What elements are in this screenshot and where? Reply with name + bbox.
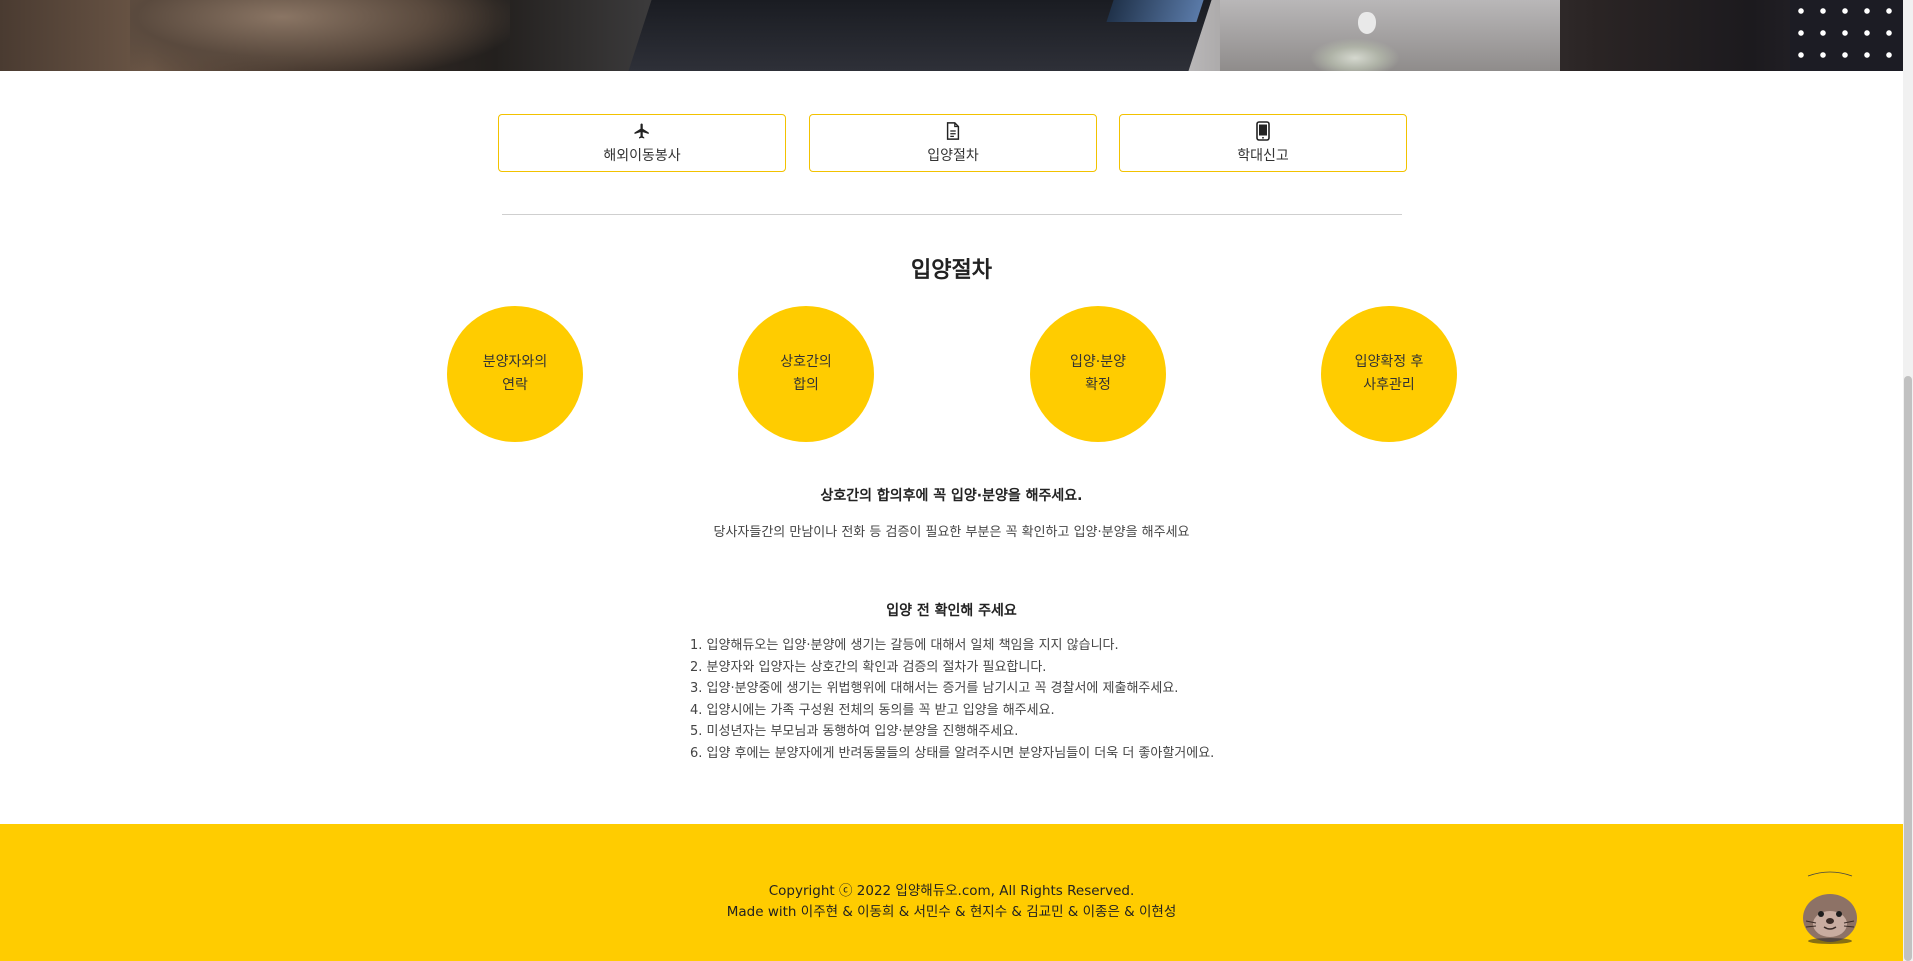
- abuse-report-button[interactable]: 학대신고: [1119, 114, 1407, 172]
- checklist: 1. 입양해듀오는 입양·분양에 생기는 갈등에 대해서 일체 책임을 지지 않…: [690, 635, 1214, 765]
- chatbot-mascot[interactable]: [1790, 868, 1870, 948]
- overseas-volunteer-button[interactable]: 해외이동봉사: [498, 114, 786, 172]
- footer-copyright: Copyright ⓒ 2022 입양해듀오.com, All Rights R…: [768, 883, 1135, 899]
- notice-title: 상호간의 합의후에 꼭 입양·분양을 해주세요.: [820, 488, 1083, 504]
- step-line: 합의: [793, 377, 819, 393]
- footer-credits: Made with 이주현 & 이동희 & 서민수 & 현지수 & 김교민 & …: [726, 904, 1177, 920]
- step-aftercare: 입양확정 후 사후관리: [1321, 306, 1457, 442]
- section-title: 입양절차: [911, 258, 992, 283]
- service-buttons: 해외이동봉사 입양절차 학대신고: [498, 114, 1407, 172]
- hero-image: [0, 0, 1903, 71]
- abuse-report-label: 학대신고: [1237, 148, 1289, 164]
- airplane-icon: [632, 121, 652, 141]
- notice-subtitle: 당사자들간의 만남이나 전화 등 검증이 필요한 부분은 꼭 확인하고 입양·분…: [713, 525, 1190, 540]
- checklist-item: 5. 미성년자는 부모님과 동행하여 입양·분양을 진행해주세요.: [690, 724, 1019, 740]
- checklist-item: 2. 분양자와 입양자는 상호간의 확인과 검증의 절차가 필요합니다.: [690, 659, 1047, 675]
- mobile-phone-icon: [1253, 121, 1273, 141]
- step-line: 확정: [1085, 377, 1111, 393]
- step-line: 입양확정 후: [1354, 354, 1424, 370]
- step-agreement: 상호간의 합의: [738, 306, 874, 442]
- footer: Copyright ⓒ 2022 입양해듀오.com, All Rights R…: [0, 824, 1903, 961]
- overseas-volunteer-label: 해외이동봉사: [603, 148, 681, 164]
- step-contact: 분양자와의 연락: [447, 306, 583, 442]
- adoption-procedure-label: 입양절차: [927, 148, 979, 164]
- adoption-procedure-button[interactable]: 입양절차: [809, 114, 1097, 172]
- checklist-item: 3. 입양·분양중에 생기는 위법행위에 대해서는 증거를 남기시고 꼭 경찰서…: [690, 681, 1179, 697]
- step-line: 사후관리: [1363, 377, 1415, 393]
- step-line: 입양·분양: [1070, 354, 1126, 370]
- step-line: 상호간의: [780, 354, 832, 370]
- section-divider: [502, 214, 1402, 215]
- step-confirm: 입양·분양 확정: [1030, 306, 1166, 442]
- checklist-item: 4. 입양시에는 가족 구성원 전체의 동의를 꼭 받고 입양을 해주세요.: [690, 702, 1055, 718]
- step-line: 연락: [502, 377, 528, 393]
- checklist-item: 1. 입양해듀오는 입양·분양에 생기는 갈등에 대해서 일체 책임을 지지 않…: [690, 638, 1119, 653]
- document-icon: [943, 121, 963, 141]
- checklist-title: 입양 전 확인해 주세요: [886, 603, 1017, 619]
- page-scrollbar[interactable]: [1903, 0, 1913, 961]
- scrollbar-thumb[interactable]: [1904, 376, 1912, 961]
- otter-mascot-icon: [1803, 871, 1857, 944]
- checklist-item: 6. 입양 후에는 분양자에게 반려동물들의 상태를 알려주시면 분양자님들이 …: [690, 745, 1215, 761]
- step-line: 분양자와의: [482, 354, 548, 370]
